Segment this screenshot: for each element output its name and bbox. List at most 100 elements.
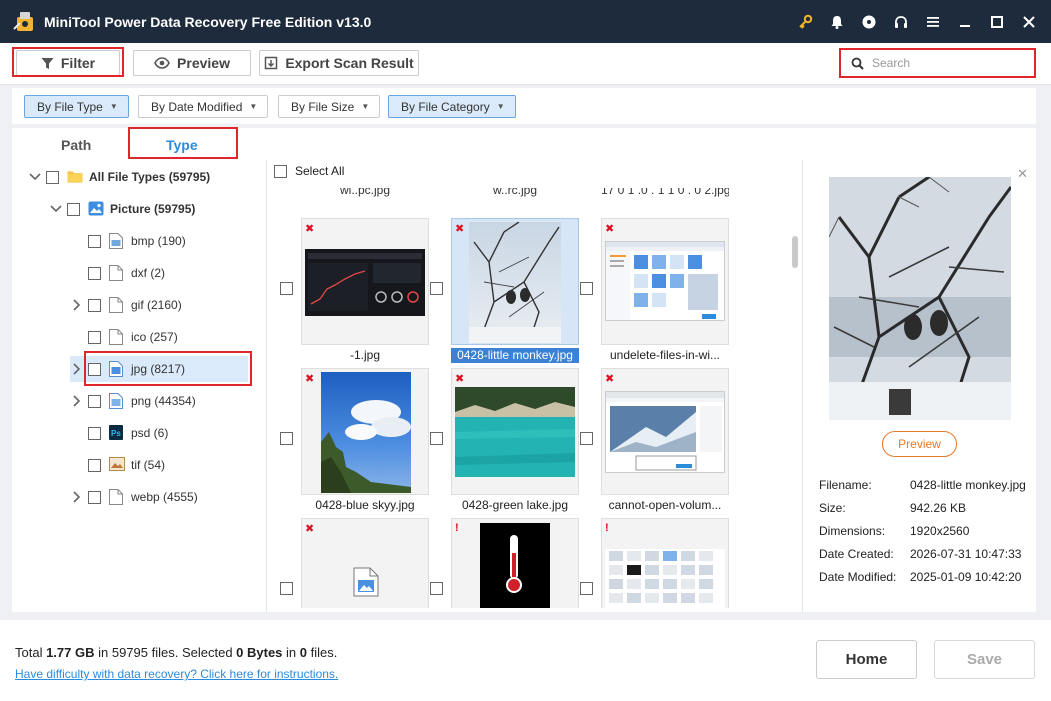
tree-label: bmp (190) — [131, 234, 186, 248]
chevron-down-icon[interactable] — [28, 170, 42, 184]
file-tile[interactable]: ✖ cannot-open-volum... — [570, 368, 729, 518]
file-tile[interactable]: ✖ — [570, 218, 729, 368]
checkbox[interactable] — [88, 330, 101, 344]
key-icon[interactable] — [789, 0, 821, 43]
caret-down-icon: ▼ — [249, 102, 258, 111]
browser-window-thumbnail — [605, 391, 725, 473]
close-icon[interactable] — [1013, 0, 1045, 43]
checkbox[interactable] — [88, 490, 101, 504]
checkbox[interactable] — [580, 432, 593, 445]
thumbnail[interactable]: ✖ — [301, 368, 429, 495]
filter-button[interactable]: Filter — [16, 50, 120, 76]
tree-node-psd[interactable]: Ps psd (6) — [70, 420, 168, 446]
chevron-right-icon[interactable] — [70, 394, 84, 408]
thumbnail[interactable]: ! — [451, 518, 579, 608]
green-lake-thumbnail — [455, 387, 575, 477]
checkbox[interactable] — [88, 426, 101, 440]
checkbox[interactable] — [67, 202, 80, 216]
picture-icon — [88, 201, 104, 217]
checkbox[interactable] — [580, 582, 593, 595]
thumbnail[interactable]: ✖ — [451, 368, 579, 495]
search-input[interactable] — [872, 56, 1022, 70]
thumbnail[interactable]: ✖ — [301, 218, 429, 345]
checkbox[interactable] — [88, 458, 101, 472]
bell-icon[interactable] — [821, 0, 853, 43]
tree-node-picture[interactable]: Picture (59795) — [49, 196, 195, 222]
checkbox[interactable] — [430, 582, 443, 595]
by-file-type-dropdown[interactable]: By File Type ▼ — [24, 95, 129, 118]
minimize-icon[interactable] — [949, 0, 981, 43]
tab-type[interactable]: Type — [166, 137, 198, 153]
svg-text:Ps: Ps — [111, 429, 121, 438]
chevron-down-icon[interactable] — [49, 202, 63, 216]
file-tile[interactable]: ✖ — [270, 518, 429, 608]
total-files: 59795 — [111, 645, 148, 660]
checkbox[interactable] — [430, 432, 443, 445]
select-all[interactable]: Select All — [274, 164, 344, 178]
maximize-icon[interactable] — [981, 0, 1013, 43]
file-name: wi..pc.jpg — [339, 188, 391, 197]
thumbnail[interactable]: ✖ — [601, 218, 729, 345]
tree-node-dxf[interactable]: dxf (2) — [70, 260, 165, 286]
tree-node-ico[interactable]: ico (257) — [70, 324, 178, 350]
chevron-right-icon[interactable] — [70, 362, 84, 376]
thumbnail[interactable]: ✖ — [451, 218, 579, 345]
file-tile[interactable]: ✖ -1.jpg — [270, 218, 429, 368]
save-button[interactable]: Save — [934, 640, 1035, 679]
tree-node-webp[interactable]: webp (4555) — [70, 484, 198, 510]
file-tile-selected[interactable]: ✖ 0428-little monkey.jpg — [420, 218, 579, 368]
select-all-checkbox[interactable] — [274, 164, 287, 178]
corrupt-mark-icon: ✖ — [605, 223, 615, 235]
by-file-size-dropdown[interactable]: By File Size ▼ — [278, 95, 381, 118]
headset-icon[interactable] — [885, 0, 917, 43]
warning-mark-icon: ! — [605, 522, 609, 534]
tree-node-gif[interactable]: gif (2160) — [70, 292, 182, 318]
tab-path[interactable]: Path — [61, 137, 91, 153]
icon-grid-thumbnail — [605, 549, 725, 608]
tree-node-tif[interactable]: tif (54) — [70, 452, 165, 478]
tree-node-bmp[interactable]: bmp (190) — [70, 228, 186, 254]
info-key: Dimensions: — [819, 524, 886, 538]
preview-file-button[interactable]: Preview — [882, 431, 957, 457]
file-tile[interactable]: ! — [420, 518, 579, 608]
export-icon — [264, 56, 278, 70]
tree-node-png[interactable]: png (44354) — [70, 388, 196, 414]
tree-node-jpg[interactable]: jpg (8217) — [70, 356, 248, 382]
checkbox[interactable] — [580, 282, 593, 295]
grid-scrollbar[interactable] — [792, 236, 798, 268]
menu-icon[interactable] — [917, 0, 949, 43]
export-scan-result-button[interactable]: Export Scan Result — [259, 50, 419, 76]
tree-node-all-file-types[interactable]: All File Types (59795) — [28, 164, 210, 190]
checkbox[interactable] — [280, 582, 293, 595]
checkbox[interactable] — [88, 234, 101, 248]
checkbox[interactable] — [88, 298, 101, 312]
checkbox[interactable] — [88, 362, 101, 376]
file-tile[interactable]: ✖ 0428-green lake.jpg — [420, 368, 579, 518]
checkbox[interactable] — [46, 170, 59, 184]
thumbnail[interactable]: ! — [601, 518, 729, 608]
disc-icon[interactable] — [853, 0, 885, 43]
chevron-right-icon[interactable] — [70, 490, 84, 504]
tree-label: ico (257) — [131, 330, 178, 344]
info-value: 2026-07-31 10:47:33 — [910, 547, 1022, 561]
by-date-modified-dropdown[interactable]: By Date Modified ▼ — [138, 95, 269, 118]
thumbnail[interactable]: ✖ — [301, 518, 429, 608]
checkbox[interactable] — [430, 282, 443, 295]
file-name: 0428-green lake.jpg — [461, 498, 569, 512]
file-tile[interactable]: ✖ 0428-blue skyy.jpg — [270, 368, 429, 518]
chevron-right-icon[interactable] — [70, 298, 84, 312]
checkbox[interactable] — [280, 282, 293, 295]
close-preview-icon[interactable]: ✕ — [1017, 166, 1028, 182]
search-box[interactable] — [841, 50, 1034, 76]
help-link[interactable]: Have difficulty with data recovery? Clic… — [15, 667, 338, 681]
preview-button[interactable]: Preview — [133, 50, 251, 76]
thumbnail[interactable]: ✖ — [601, 368, 729, 495]
file-tile[interactable]: ! — [570, 518, 729, 608]
home-button[interactable]: Home — [816, 640, 917, 679]
checkbox[interactable] — [88, 394, 101, 408]
checkbox[interactable] — [88, 266, 101, 280]
tif-file-icon — [109, 457, 125, 473]
by-file-category-dropdown[interactable]: By File Category ▼ — [388, 95, 516, 118]
tree-label: All File Types (59795) — [89, 170, 211, 184]
checkbox[interactable] — [280, 432, 293, 445]
